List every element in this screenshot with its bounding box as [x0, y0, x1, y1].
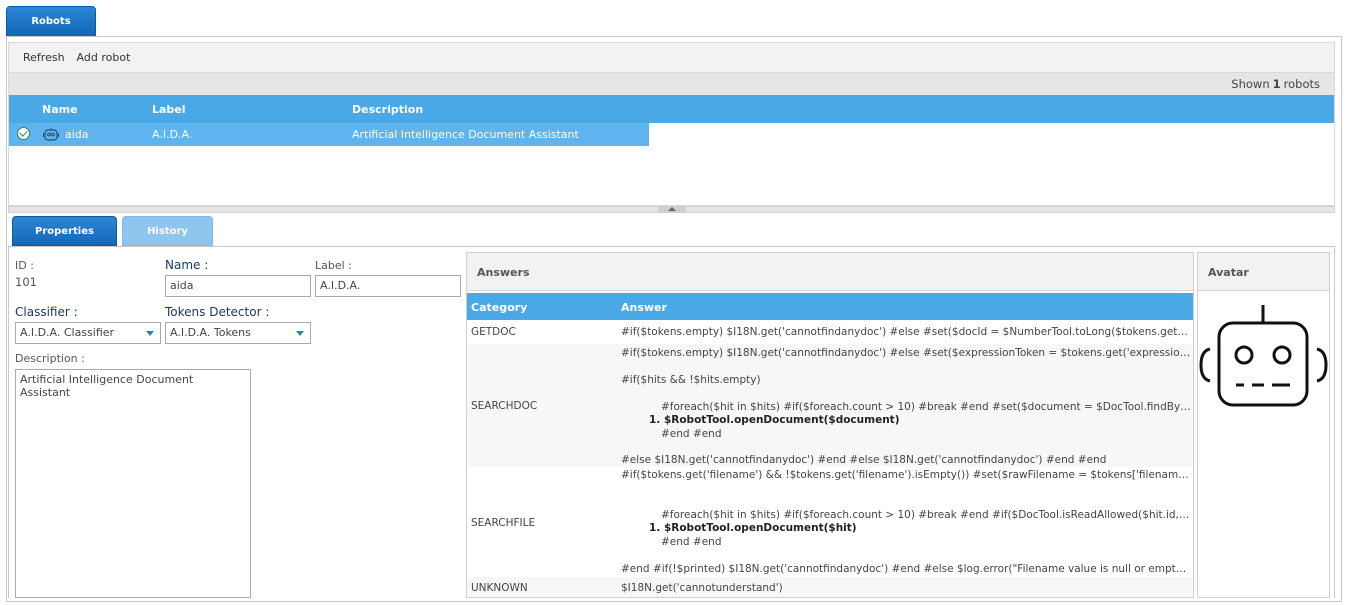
tab-robots-label: Robots: [31, 16, 71, 27]
table-row[interactable]: SEARCHFILE #if($tokens.get('filename') &…: [467, 466, 1193, 577]
shown-suffix: robots: [1283, 77, 1320, 91]
table-row[interactable]: SEARCHDOC #if($tokens.empty) $I18N.get('…: [467, 344, 1193, 466]
robots-grid: Name Label Description aida A.I.D.A. Art…: [8, 95, 1335, 206]
label-input[interactable]: A.I.D.A.: [315, 275, 461, 297]
classifier-select[interactable]: A.I.D.A. Classifier: [15, 322, 161, 344]
answer-line: #end #end: [661, 536, 722, 548]
refresh-button[interactable]: Refresh: [23, 51, 65, 64]
answer-category: SEARCHFILE: [471, 517, 536, 529]
answer-line: #if($hits && !$hits.empty): [621, 374, 761, 386]
answer-line: #if($tokens.empty) $I18N.get('cannotfind…: [621, 326, 1191, 338]
answer-category: UNKNOWN: [471, 582, 528, 594]
chevron-down-icon: [296, 331, 304, 336]
column-header-label[interactable]: Label: [152, 103, 186, 116]
avatar-title: Avatar: [1198, 253, 1329, 291]
tab-properties[interactable]: Properties: [12, 216, 117, 246]
answers-header: Category Answer: [467, 293, 1193, 320]
check-circle-icon: [17, 127, 30, 140]
description-label: Description :: [15, 352, 85, 365]
row-description: Artificial Intelligence Document Assista…: [352, 128, 579, 141]
shown-count: 1: [1272, 77, 1281, 91]
column-header-answer[interactable]: Answer: [621, 301, 667, 314]
answer-line: #end #if(!$printed) $I18N.get('cannotfin…: [621, 563, 1191, 575]
table-row[interactable]: GETDOC #if($tokens.empty) $I18N.get('can…: [467, 320, 1193, 344]
row-label: A.I.D.A.: [152, 128, 193, 141]
tokens-detector-label: Tokens Detector :: [165, 305, 270, 319]
answer-category: SEARCHDOC: [471, 400, 538, 412]
table-row[interactable]: aida A.I.D.A. Artificial Intelligence Do…: [9, 123, 649, 146]
shown-count-bar: Shown 1 robots: [8, 73, 1335, 95]
shown-prefix: Shown: [1231, 77, 1270, 91]
robot-icon: [43, 128, 59, 141]
classifier-value: A.I.D.A. Classifier: [20, 326, 115, 339]
collapse-up-icon[interactable]: [658, 206, 686, 213]
avatar-panel: Avatar: [1197, 252, 1330, 598]
toolbar: Refresh Add robot: [8, 42, 1335, 73]
answer-line: #foreach($hit in $hits) #if($foreach.cou…: [661, 401, 1191, 413]
chevron-down-icon: [146, 331, 154, 336]
column-header-category[interactable]: Category: [471, 301, 527, 314]
id-label: ID :: [15, 259, 34, 272]
name-label: Name :: [165, 258, 209, 272]
grid-header: Name Label Description: [9, 95, 1334, 123]
answer-line: #else $I18N.get('cannotfindanydoc') #end…: [621, 454, 1107, 466]
answer-line: #if($tokens.get('filename') && !$tokens.…: [621, 469, 1191, 481]
name-input[interactable]: aida: [165, 275, 311, 297]
answers-panel: Answers Category Answer GETDOC #if($toke…: [466, 252, 1194, 598]
tab-history-label: History: [147, 225, 188, 237]
id-value: 101: [15, 275, 37, 289]
column-header-description[interactable]: Description: [352, 103, 423, 116]
row-name: aida: [65, 128, 89, 141]
description-textarea[interactable]: Artificial Intelligence Document Assista…: [15, 369, 251, 598]
tab-robots[interactable]: Robots: [6, 6, 96, 37]
answer-line: 1. $RobotTool.openDocument($document): [649, 414, 900, 426]
table-row[interactable]: UNKNOWN $I18N.get('cannotunderstand'): [467, 577, 1193, 597]
splitter[interactable]: [8, 206, 1335, 213]
label-label: Label :: [315, 259, 352, 272]
column-header-name[interactable]: Name: [42, 103, 78, 116]
classifier-label: Classifier :: [15, 305, 78, 319]
answer-line: #if($tokens.empty) $I18N.get('cannotfind…: [621, 347, 1191, 359]
add-robot-button[interactable]: Add robot: [77, 51, 131, 64]
tokens-detector-select[interactable]: A.I.D.A. Tokens: [165, 322, 311, 344]
answers-title: Answers: [467, 253, 1193, 291]
answer-line: #end #end: [661, 428, 722, 440]
tab-history[interactable]: History: [122, 216, 213, 246]
answer-line: #foreach($hit in $hits) #if($foreach.cou…: [661, 509, 1191, 521]
answer-line: $I18N.get('cannotunderstand'): [621, 582, 783, 594]
answer-category: GETDOC: [471, 326, 516, 338]
tab-properties-label: Properties: [35, 225, 94, 237]
tokens-detector-value: A.I.D.A. Tokens: [170, 326, 251, 339]
robot-face-icon[interactable]: [1198, 301, 1329, 411]
answer-line: 1. $RobotTool.openDocument($hit): [649, 522, 857, 534]
